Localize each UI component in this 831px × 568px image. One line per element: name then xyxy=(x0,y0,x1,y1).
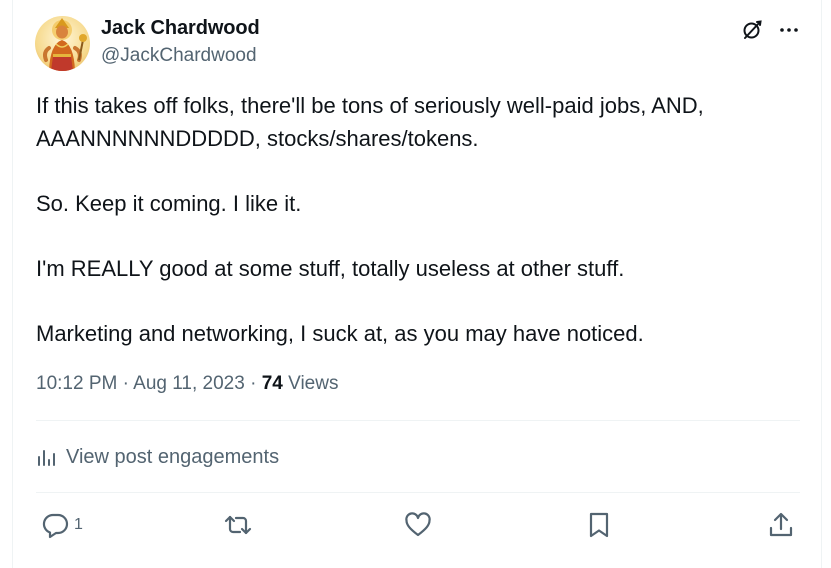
repost-button[interactable] xyxy=(223,509,253,541)
author-handle[interactable]: @JackChardwood xyxy=(101,45,257,67)
post-paragraph: If this takes off folks, there'll be ton… xyxy=(36,93,704,151)
divider xyxy=(36,492,800,493)
like-button[interactable] xyxy=(404,509,432,541)
divider xyxy=(36,420,800,421)
reply-button[interactable]: 1 xyxy=(42,509,83,541)
view-engagements-label: View post engagements xyxy=(66,445,280,468)
post-paragraph: I'm REALLY good at some stuff, totally u… xyxy=(36,255,625,281)
bookmark-button[interactable] xyxy=(586,509,612,541)
bookmark-icon xyxy=(589,512,609,538)
views-label: Views xyxy=(288,373,339,394)
reply-icon xyxy=(42,513,69,539)
post-text: If this takes off folks, there'll be ton… xyxy=(36,90,806,350)
meta-separator: · xyxy=(250,373,257,394)
view-engagements-button[interactable]: View post engagements xyxy=(36,443,279,471)
grok-icon[interactable] xyxy=(740,18,764,42)
avatar-image xyxy=(35,16,90,71)
author-name[interactable]: Jack Chardwood xyxy=(101,17,260,40)
meta-separator: · xyxy=(122,373,129,394)
post-paragraph: Marketing and networking, I suck at, as … xyxy=(36,320,644,346)
more-options-icon[interactable] xyxy=(777,18,801,42)
post-time[interactable]: 10:12 PM xyxy=(36,373,117,394)
post-date[interactable]: Aug 11, 2023 xyxy=(133,373,245,394)
reply-count: 1 xyxy=(74,516,83,533)
views-count: 74 xyxy=(261,373,283,394)
share-icon xyxy=(769,512,793,537)
analytics-icon xyxy=(38,450,55,466)
like-icon xyxy=(405,512,431,537)
repost-icon xyxy=(224,515,252,535)
post-card: Jack Chardwood @JackChardwood If this ta… xyxy=(12,0,822,568)
post-meta: 10:12 PM · Aug 11, 2023 · 74 Views xyxy=(36,373,338,395)
post-paragraph: So. Keep it coming. I like it. xyxy=(36,190,302,216)
avatar[interactable] xyxy=(35,16,90,71)
share-button[interactable] xyxy=(767,509,795,541)
